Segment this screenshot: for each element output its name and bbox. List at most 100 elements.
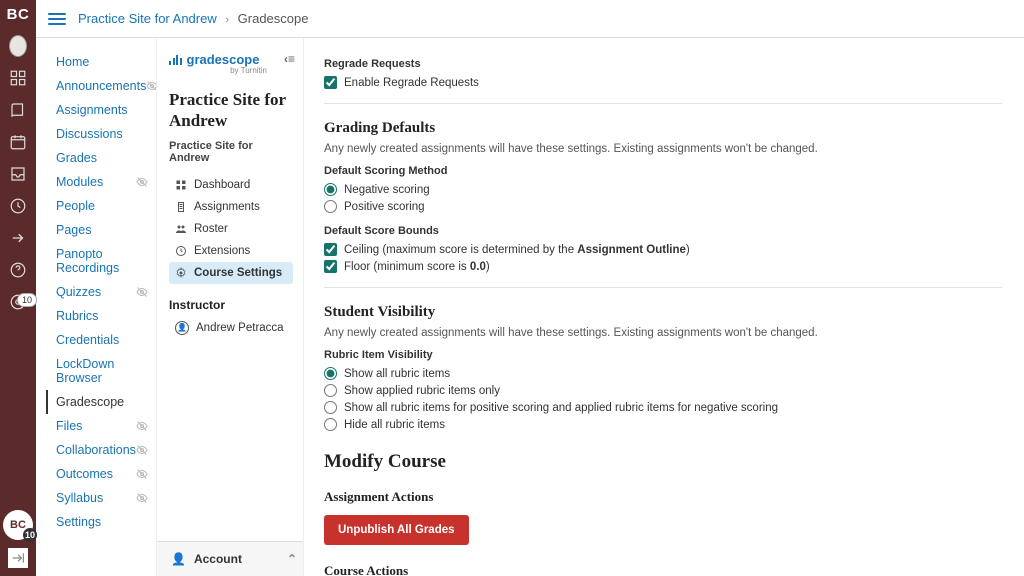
course-nav-item[interactable]: Files	[46, 414, 154, 438]
top-bar: Practice Site for Andrew › Gradescope	[36, 0, 1024, 38]
course-nav: Home Announcements Assignments Discussions G…	[36, 38, 156, 576]
gs-nav-label: Course Settings	[194, 267, 282, 279]
floor-checkbox[interactable]	[324, 260, 337, 273]
bc-badge[interactable]: BC10	[3, 510, 33, 540]
course-nav-item[interactable]: Discussions	[46, 122, 154, 146]
gs-nav-icon	[175, 201, 187, 213]
floor-checkbox-row[interactable]: Floor (minimum score is 0.0)	[324, 258, 1002, 275]
gs-nav-item[interactable]: Course Settings	[169, 262, 293, 284]
course-nav-item[interactable]: Settings	[46, 510, 154, 534]
course-nav-label: Discussions	[56, 127, 123, 141]
gs-nav-item[interactable]: Extensions	[169, 240, 293, 262]
course-nav-label: Syllabus	[56, 491, 103, 505]
instructor-row[interactable]: 👤 Andrew Petracca	[169, 318, 293, 338]
collapse-sidebar-icon[interactable]: ‹≡	[284, 52, 295, 66]
course-nav-item[interactable]: Collaborations	[46, 438, 154, 462]
course-nav-item[interactable]: Rubrics	[46, 304, 154, 328]
hidden-eye-icon	[136, 176, 148, 188]
course-nav-item[interactable]: Outcomes	[46, 462, 154, 486]
gs-nav-item[interactable]: Assignments	[169, 196, 293, 218]
course-nav-label: Modules	[56, 175, 103, 189]
course-nav-item[interactable]: Modules	[46, 170, 154, 194]
dashboard-icon[interactable]	[9, 69, 27, 87]
course-nav-item[interactable]: Assignments	[46, 98, 154, 122]
account-toggle[interactable]: 👤 Account ⌃	[157, 541, 303, 576]
rubric-show-posneg-option[interactable]: Show all rubric items for positive scori…	[324, 399, 1002, 416]
inbox-icon[interactable]	[9, 165, 27, 183]
gs-nav-label: Extensions	[194, 245, 250, 257]
course-nav-label: Home	[56, 55, 89, 69]
commons-icon[interactable]	[9, 229, 27, 247]
breadcrumb-page: Gradescope	[238, 11, 309, 26]
calendar-icon[interactable]	[9, 133, 27, 151]
course-nav-label: People	[56, 199, 95, 213]
ceiling-checkbox[interactable]	[324, 243, 337, 256]
gs-course-subtitle: Practice Site for Andrew	[169, 140, 293, 164]
gs-nav-item[interactable]: Roster	[169, 218, 293, 240]
gs-nav-icon	[175, 245, 187, 257]
breadcrumb-course-link[interactable]: Practice Site for Andrew	[78, 11, 217, 26]
negative-scoring-option[interactable]: Negative scoring	[324, 181, 1002, 198]
grading-defaults-heading: Grading Defaults	[324, 120, 1002, 137]
hidden-eye-icon	[136, 468, 148, 480]
notifications-badge: 10	[17, 293, 37, 307]
course-nav-item[interactable]: Gradescope	[46, 390, 154, 414]
unpublish-all-grades-button[interactable]: Unpublish All Grades	[324, 515, 469, 545]
course-actions-heading: Course Actions	[324, 563, 1002, 576]
rubric-hide-all-option[interactable]: Hide all rubric items	[324, 416, 1002, 433]
scoring-method-label: Default Scoring Method	[324, 165, 1002, 177]
score-bounds-label: Default Score Bounds	[324, 225, 1002, 237]
student-visibility-heading: Student Visibility	[324, 304, 1002, 321]
course-nav-item[interactable]: Pages	[46, 218, 154, 242]
gradescope-sidebar: ‹≡ gradescope by Turnitin Practice Site …	[156, 38, 304, 576]
enable-regrade-checkbox-row[interactable]: Enable Regrade Requests	[324, 74, 1002, 91]
hidden-eye-icon	[136, 286, 148, 298]
course-nav-label: Pages	[56, 223, 91, 237]
course-nav-item[interactable]: Announcements	[46, 74, 154, 98]
gs-nav-icon	[175, 267, 187, 279]
notifications-icon[interactable]: 10	[9, 293, 27, 311]
courses-icon[interactable]	[9, 101, 27, 119]
positive-scoring-radio[interactable]	[324, 200, 337, 213]
student-visibility-desc: Any newly created assignments will have …	[324, 327, 1002, 339]
positive-scoring-option[interactable]: Positive scoring	[324, 198, 1002, 215]
course-nav-label: Quizzes	[56, 285, 101, 299]
account-icon[interactable]	[9, 37, 27, 55]
negative-scoring-radio[interactable]	[324, 183, 337, 196]
hamburger-icon[interactable]	[46, 8, 68, 30]
enable-regrade-checkbox[interactable]	[324, 76, 337, 89]
expand-nav-icon[interactable]	[8, 548, 28, 568]
course-nav-item[interactable]: Grades	[46, 146, 154, 170]
hidden-eye-icon	[136, 420, 148, 432]
institution-logo[interactable]: BC	[7, 6, 30, 23]
gs-nav-item[interactable]: Dashboard	[169, 174, 293, 196]
course-nav-label: Gradescope	[56, 395, 124, 409]
gs-nav-icon	[175, 179, 187, 191]
gs-nav-label: Dashboard	[194, 179, 250, 191]
gs-nav: Dashboard AssignmentsRoster Extensions Cour…	[169, 174, 293, 284]
course-nav-item[interactable]: People	[46, 194, 154, 218]
gradescope-logo[interactable]: gradescope	[169, 52, 293, 67]
person-icon: 👤	[171, 552, 186, 566]
assignment-actions-heading: Assignment Actions	[324, 489, 1002, 505]
rubric-show-all-option[interactable]: Show all rubric items	[324, 365, 1002, 382]
global-rail: BC 10 BC10	[0, 0, 36, 576]
course-nav-item[interactable]: Syllabus	[46, 486, 154, 510]
grading-defaults-desc: Any newly created assignments will have …	[324, 143, 1002, 155]
rubric-show-applied-option[interactable]: Show applied rubric items only	[324, 382, 1002, 399]
history-icon[interactable]	[9, 197, 27, 215]
course-nav-label: Assignments	[56, 103, 128, 117]
course-nav-label: Panopto Recordings	[56, 247, 148, 275]
floor-label: Floor (minimum score is 0.0)	[344, 261, 490, 273]
course-nav-item[interactable]: Quizzes	[46, 280, 154, 304]
course-nav-label: Outcomes	[56, 467, 113, 481]
help-icon[interactable]	[9, 261, 27, 279]
course-nav-item[interactable]: Credentials	[46, 328, 154, 352]
course-nav-item[interactable]: Panopto Recordings	[46, 242, 154, 280]
ceiling-checkbox-row[interactable]: Ceiling (maximum score is determined by …	[324, 241, 1002, 258]
person-icon: 👤	[175, 321, 189, 335]
regrade-heading: Regrade Requests	[324, 58, 1002, 70]
course-nav-item[interactable]: LockDown Browser	[46, 352, 154, 390]
course-nav-item[interactable]: Home	[46, 50, 154, 74]
breadcrumb: Practice Site for Andrew › Gradescope	[78, 11, 308, 26]
